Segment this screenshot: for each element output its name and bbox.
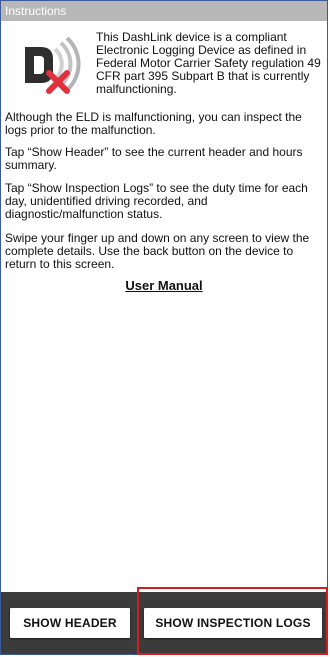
title-bar: Instructions xyxy=(1,1,327,21)
paragraph-show-header: Tap “Show Header” to see the current hea… xyxy=(5,145,303,172)
user-manual-link[interactable]: User Manual xyxy=(1,278,327,293)
paragraph-swipe: Swipe your finger up and down on any scr… xyxy=(5,231,310,271)
paragraph-malfunction: Although the ELD is malfunctioning, you … xyxy=(5,110,302,137)
app-window: Instructions This DashLink device is a c… xyxy=(0,0,328,655)
show-inspection-logs-button[interactable]: SHOW INSPECTION LOGS xyxy=(144,608,322,638)
action-bar: SHOW HEADER SHOW INSPECTION LOGS xyxy=(1,592,327,654)
intro-text: This DashLink device is a compliant Elec… xyxy=(96,30,321,96)
show-header-button[interactable]: SHOW HEADER xyxy=(10,608,130,638)
intro-section: This DashLink device is a compliant Elec… xyxy=(1,23,327,107)
window-title: Instructions xyxy=(5,4,67,18)
paragraph-show-logs: Tap “Show Inspection Logs” to see the du… xyxy=(5,181,308,221)
dashlink-malfunction-icon xyxy=(25,36,81,94)
